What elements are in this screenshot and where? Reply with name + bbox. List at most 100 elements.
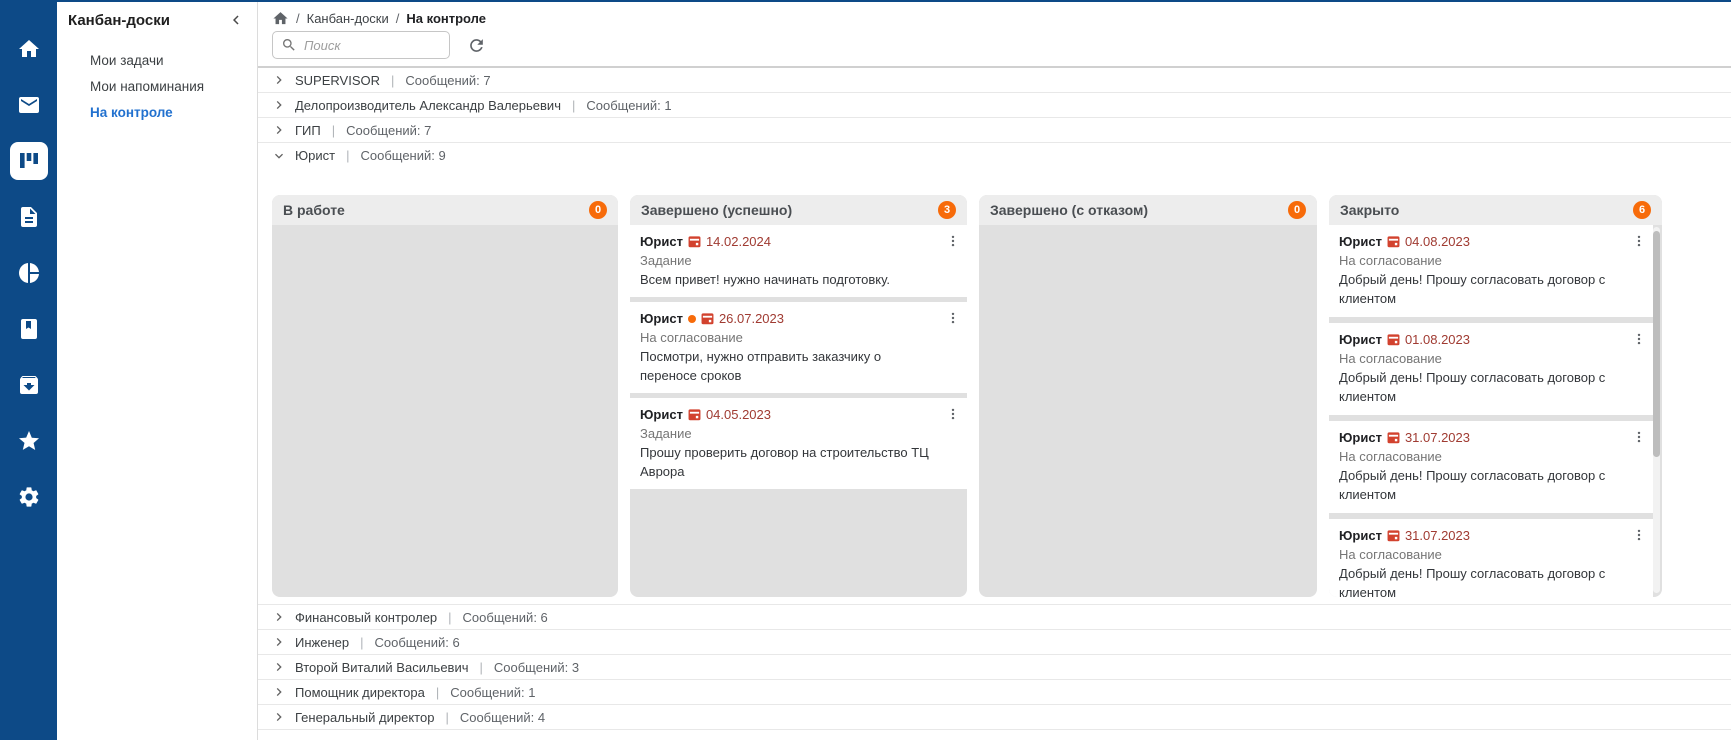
section-row-general-director[interactable]: Генеральный директор | Сообщений: 4 (258, 705, 1731, 730)
card-date: 14.02.2024 (706, 234, 771, 249)
section-label: SUPERVISOR (295, 73, 380, 88)
section-separator: | (332, 123, 335, 138)
section-label: Инженер (295, 635, 349, 650)
section-yurist-expanded: Юрист | Сообщений: 9 В работе 0 Завершен… (258, 143, 1731, 605)
chevron-right-icon (271, 72, 287, 88)
section-messages-count: Сообщений: 9 (360, 148, 445, 163)
card-date: 04.08.2023 (1405, 234, 1470, 249)
card-menu-button[interactable] (946, 407, 960, 421)
kanban-column-closed: Закрыто 6 Юрист 04.08.2023 На согласован… (1329, 195, 1662, 597)
section-row-supervisor[interactable]: SUPERVISOR | Сообщений: 7 (258, 68, 1731, 93)
column-cards-area: Юрист 04.08.2023 На согласование Добрый … (1329, 225, 1662, 597)
kanban-card[interactable]: Юрист 31.07.2023 На согласование Добрый … (1329, 519, 1653, 597)
card-menu-button[interactable] (1632, 332, 1646, 346)
search-icon (281, 37, 297, 53)
book-icon[interactable] (10, 310, 48, 348)
collapse-sidebar-button[interactable] (227, 11, 245, 29)
search-box[interactable] (272, 31, 450, 59)
section-separator: | (436, 685, 439, 700)
card-author: Юрист (640, 311, 683, 326)
column-header: Закрыто 6 (1329, 195, 1662, 225)
kanban-board: В работе 0 Завершено (успешно) 3 Юрис (258, 168, 1731, 604)
kanban-card[interactable]: Юрист 04.05.2023 Задание Прошу проверить… (630, 398, 967, 489)
card-text: Добрый день! Прошу согласовать договор с… (1339, 270, 1627, 308)
chevron-right-icon (271, 659, 287, 675)
kanban-card[interactable]: Юрист 04.08.2023 На согласование Добрый … (1329, 225, 1653, 317)
sidebar-item-my-reminders[interactable]: Мои напоминания (90, 73, 257, 99)
section-separator: | (572, 98, 575, 113)
calendar-icon (701, 312, 714, 325)
kanban-column-done-success: Завершено (успешно) 3 Юрист 14.02.2024 З… (630, 195, 967, 597)
chevron-right-icon (271, 684, 287, 700)
section-separator: | (448, 610, 451, 625)
icon-rail (0, 0, 57, 740)
column-header: В работе 0 (272, 195, 618, 225)
section-label: Помощник директора (295, 685, 425, 700)
section-row-fin-controller[interactable]: Финансовый контролер | Сообщений: 6 (258, 605, 1731, 630)
card-menu-button[interactable] (1632, 430, 1646, 444)
document-icon[interactable] (10, 198, 48, 236)
card-menu-button[interactable] (1632, 528, 1646, 542)
star-icon[interactable] (10, 422, 48, 460)
column-title: Завершено (с отказом) (990, 202, 1148, 218)
pie-chart-icon[interactable] (10, 254, 48, 292)
search-input[interactable] (304, 38, 441, 53)
section-label: Делопроизводитель Александр Валерьевич (295, 98, 561, 113)
card-status: Задание (640, 251, 941, 270)
section-row-yurist[interactable]: Юрист | Сообщений: 9 (258, 143, 1731, 168)
section-label: Второй Виталий Васильевич (295, 660, 469, 675)
calendar-icon (1387, 333, 1400, 346)
column-title: Закрыто (1340, 202, 1399, 218)
chevron-right-icon (271, 634, 287, 650)
kanban-card[interactable]: Юрист 01.08.2023 На согласование Добрый … (1329, 323, 1653, 415)
breadcrumb-separator: / (396, 11, 400, 26)
chevron-right-icon (271, 609, 287, 625)
settings-icon[interactable] (10, 478, 48, 516)
breadcrumb-separator: / (296, 11, 300, 26)
card-date: 26.07.2023 (719, 311, 784, 326)
kanban-card[interactable]: Юрист 26.07.2023 На согласование Посмотр… (630, 302, 967, 393)
card-status: Задание (640, 424, 941, 443)
card-menu-button[interactable] (946, 234, 960, 248)
home-icon[interactable] (10, 30, 48, 68)
card-author: Юрист (1339, 528, 1382, 543)
section-separator: | (391, 73, 394, 88)
scrollbar-thumb[interactable] (1653, 231, 1660, 457)
kanban-card[interactable]: Юрист 14.02.2024 Задание Всем привет! ну… (630, 225, 967, 297)
section-row-engineer[interactable]: Инженер | Сообщений: 6 (258, 630, 1731, 655)
section-row-assistant-director[interactable]: Помощник директора | Сообщений: 1 (258, 680, 1731, 705)
section-separator: | (480, 660, 483, 675)
calendar-icon (1387, 529, 1400, 542)
sidebar-title: Канбан-доски (68, 12, 170, 29)
card-status: На согласование (1339, 545, 1627, 564)
breadcrumb-home-icon[interactable] (272, 10, 289, 27)
toolbar (258, 28, 1731, 66)
chevron-right-icon (271, 97, 287, 113)
calendar-icon (1387, 235, 1400, 248)
refresh-button[interactable] (467, 36, 486, 55)
card-menu-button[interactable] (1632, 234, 1646, 248)
column-scrollbar[interactable] (1653, 227, 1660, 593)
section-row-deloproizvoditel[interactable]: Делопроизводитель Александр Валерьевич |… (258, 93, 1731, 118)
section-row-vtoroy[interactable]: Второй Виталий Васильевич | Сообщений: 3 (258, 655, 1731, 680)
section-messages-count: Сообщений: 3 (494, 660, 579, 675)
card-menu-button[interactable] (946, 311, 960, 325)
column-cards-area: Юрист 14.02.2024 Задание Всем привет! ну… (630, 225, 967, 597)
column-title: В работе (283, 202, 345, 218)
archive-icon[interactable] (10, 366, 48, 404)
mail-icon[interactable] (10, 86, 48, 124)
column-title: Завершено (успешно) (641, 202, 792, 218)
sidebar-item-on-control[interactable]: На контроле (90, 99, 257, 125)
column-count-badge: 3 (938, 201, 956, 219)
sidebar-item-my-tasks[interactable]: Мои задачи (90, 47, 257, 73)
column-cards-area (979, 225, 1317, 597)
card-author: Юрист (640, 407, 683, 422)
app-window: Канбан-доски Мои задачи Мои напоминания … (0, 0, 1731, 740)
section-row-gip[interactable]: ГИП | Сообщений: 7 (258, 118, 1731, 143)
kanban-icon[interactable] (10, 142, 48, 180)
breadcrumb-parent[interactable]: Канбан-доски (307, 11, 389, 26)
calendar-icon (1387, 431, 1400, 444)
kanban-card[interactable]: Юрист 31.07.2023 На согласование Добрый … (1329, 421, 1653, 513)
chevron-right-icon (271, 709, 287, 725)
section-label: Генеральный директор (295, 710, 434, 725)
